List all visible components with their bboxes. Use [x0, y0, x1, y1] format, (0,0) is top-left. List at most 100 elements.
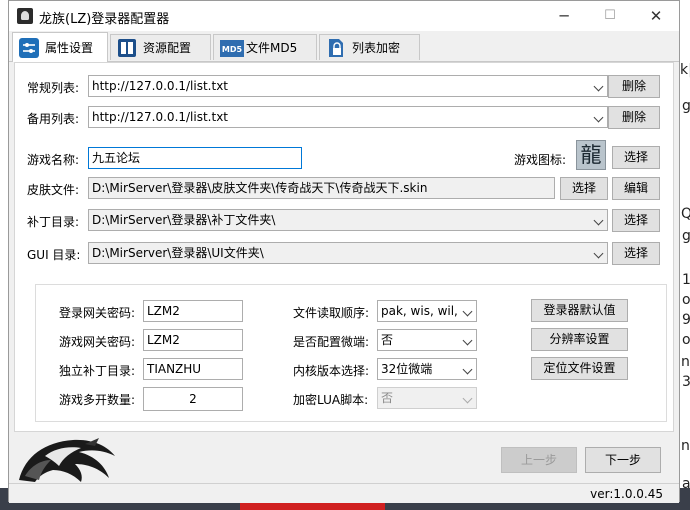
chevron-down-icon: [462, 393, 473, 404]
multi-open-value: 2: [189, 392, 197, 406]
gui-dir-combobox[interactable]: D:\MirServer\登录器\UI文件夹\: [88, 242, 608, 264]
chevron-down-icon: [462, 335, 473, 346]
bg-text-fragment: 1: [682, 272, 690, 288]
config-window: 龙族(LZ)登录器配置器 ─ ☐ ✕ 属性设置 资源配置 MD5 文件MD5 列…: [8, 0, 680, 503]
minimize-button[interactable]: ─: [541, 1, 587, 31]
resource-grid-icon: [117, 38, 137, 58]
micro-client-select[interactable]: 否: [377, 329, 477, 351]
gui-dir-label: GUI 目录:: [27, 248, 81, 262]
regular-list-delete-button[interactable]: 删除: [608, 75, 660, 98]
skin-file-input[interactable]: D:\MirServer\登录器\皮肤文件夹\传奇战天下\传奇战天下.skin: [88, 177, 555, 199]
lua-encrypt-select[interactable]: 否: [377, 387, 477, 409]
file-read-order-value: pak, wis, wil,: [381, 304, 458, 318]
skin-file-label: 皮肤文件:: [27, 183, 80, 197]
prev-step-button[interactable]: 上一步: [501, 447, 577, 473]
game-name-input[interactable]: 九五论坛: [88, 147, 302, 169]
kernel-version-value: 32位微端: [381, 362, 433, 376]
backup-list-value: http://127.0.0.1/list.txt: [92, 110, 229, 124]
bg-text-fragment: k|: [680, 62, 690, 78]
app-logo-icon: [17, 8, 33, 24]
regular-list-combobox[interactable]: http://127.0.0.1/list.txt: [88, 75, 608, 97]
lock-file-icon: [326, 38, 346, 58]
status-bar: ver:1.0.0.45: [9, 483, 679, 503]
properties-panel: 常规列表: http://127.0.0.1/list.txt 删除 备用列表:…: [14, 62, 674, 432]
chevron-down-icon: [593, 81, 604, 92]
tab-list-encrypt[interactable]: 列表加密: [319, 34, 420, 60]
patch-dir-standalone-input[interactable]: TIANZHU: [143, 358, 243, 380]
game-gateway-pwd-input[interactable]: LZM2: [143, 329, 243, 351]
multi-open-input[interactable]: 2: [143, 387, 243, 411]
bg-text-fragment: ni: [681, 354, 690, 370]
tab-strip: 属性设置 资源配置 MD5 文件MD5 列表加密: [9, 31, 679, 62]
locate-file-settings-button[interactable]: 定位文件设置: [531, 357, 628, 380]
game-icon-preview: 龍: [576, 140, 606, 170]
backup-list-label: 备用列表:: [27, 112, 80, 126]
game-name-label: 游戏名称:: [27, 153, 80, 167]
bg-text-fragment: o: [682, 292, 690, 308]
tab-resources[interactable]: 资源配置: [110, 34, 211, 60]
skin-file-value: D:\MirServer\登录器\皮肤文件夹\传奇战天下\传奇战天下.skin: [92, 181, 428, 195]
skin-file-edit-button[interactable]: 编辑: [612, 177, 660, 200]
close-button[interactable]: ✕: [633, 1, 679, 31]
patch-dir-combobox[interactable]: D:\MirServer\登录器\补丁文件夹\: [88, 209, 608, 231]
patch-dir-standalone-label: 独立补丁目录:: [59, 364, 136, 378]
game-gateway-pwd-value: LZM2: [147, 333, 180, 347]
game-name-value: 九五论坛: [92, 151, 141, 165]
title-bar[interactable]: 龙族(LZ)登录器配置器 ─ ☐ ✕: [9, 1, 679, 31]
maximize-button[interactable]: ☐: [587, 1, 633, 31]
bg-text-fragment: a: [682, 476, 690, 492]
version-label: ver:1.0.0.45: [590, 487, 663, 501]
bg-text-fragment: g: [682, 228, 690, 244]
backup-list-combobox[interactable]: http://127.0.0.1/list.txt: [88, 106, 608, 128]
chevron-down-icon: [593, 248, 604, 259]
tab-file-md5[interactable]: MD5 文件MD5: [213, 34, 317, 60]
bg-text-fragment: 9: [682, 312, 690, 328]
chevron-down-icon: [462, 306, 473, 317]
login-gateway-pwd-input[interactable]: LZM2: [143, 300, 243, 322]
skin-file-select-button[interactable]: 选择: [560, 177, 608, 200]
multi-open-label: 游戏多开数量:: [59, 393, 136, 407]
lua-encrypt-value: 否: [381, 391, 394, 405]
bg-text-fragment: 3: [682, 374, 690, 390]
bg-text-fragment: o: [682, 332, 690, 348]
next-step-button[interactable]: 下一步: [585, 447, 661, 473]
bg-text-fragment: g: [682, 98, 690, 114]
chevron-down-icon: [462, 364, 473, 375]
patch-dir-label: 补丁目录:: [27, 215, 80, 229]
tab-label: 文件MD5: [246, 41, 298, 55]
micro-client-label: 是否配置微端:: [293, 335, 370, 349]
game-gateway-pwd-label: 游戏网关密码:: [59, 335, 136, 349]
bg-text-fragment: ni: [681, 438, 690, 454]
regular-list-value: http://127.0.0.1/list.txt: [92, 79, 229, 93]
game-icon-label: 游戏图标:: [514, 153, 567, 167]
svg-text:MD5: MD5: [222, 45, 243, 54]
backup-list-delete-button[interactable]: 删除: [608, 106, 660, 129]
chevron-down-icon: [593, 112, 604, 123]
file-read-order-select[interactable]: pak, wis, wil,: [377, 300, 477, 322]
kernel-version-label: 内核版本选择:: [293, 364, 370, 378]
window-title: 龙族(LZ)登录器配置器: [39, 12, 170, 27]
tab-properties[interactable]: 属性设置: [12, 32, 108, 62]
login-gateway-pwd-label: 登录网关密码:: [59, 306, 136, 320]
gui-dir-value: D:\MirServer\登录器\UI文件夹\: [92, 246, 264, 260]
md5-file-icon: MD5: [220, 38, 244, 58]
resolution-settings-button[interactable]: 分辨率设置: [531, 328, 628, 351]
game-icon-select-button[interactable]: 选择: [612, 146, 660, 169]
micro-client-value: 否: [381, 333, 394, 347]
gui-dir-select-button[interactable]: 选择: [612, 242, 660, 265]
patch-dir-value: D:\MirServer\登录器\补丁文件夹\: [92, 213, 276, 227]
login-defaults-button[interactable]: 登录器默认值: [531, 299, 628, 322]
regular-list-label: 常规列表:: [27, 81, 80, 95]
dragon-logo: [15, 436, 119, 484]
tab-label: 资源配置: [143, 41, 192, 55]
bg-text-fragment: Q: [681, 206, 690, 222]
tab-label: 列表加密: [352, 41, 401, 55]
patch-dir-standalone-value: TIANZHU: [147, 362, 202, 376]
tab-label: 属性设置: [45, 41, 94, 55]
kernel-version-select[interactable]: 32位微端: [377, 358, 477, 380]
patch-dir-select-button[interactable]: 选择: [612, 209, 660, 232]
lua-encrypt-label: 加密LUA脚本:: [293, 393, 369, 407]
login-gateway-pwd-value: LZM2: [147, 304, 180, 318]
file-read-order-label: 文件读取顺序:: [293, 306, 370, 320]
settings-sliders-icon: [19, 37, 39, 58]
